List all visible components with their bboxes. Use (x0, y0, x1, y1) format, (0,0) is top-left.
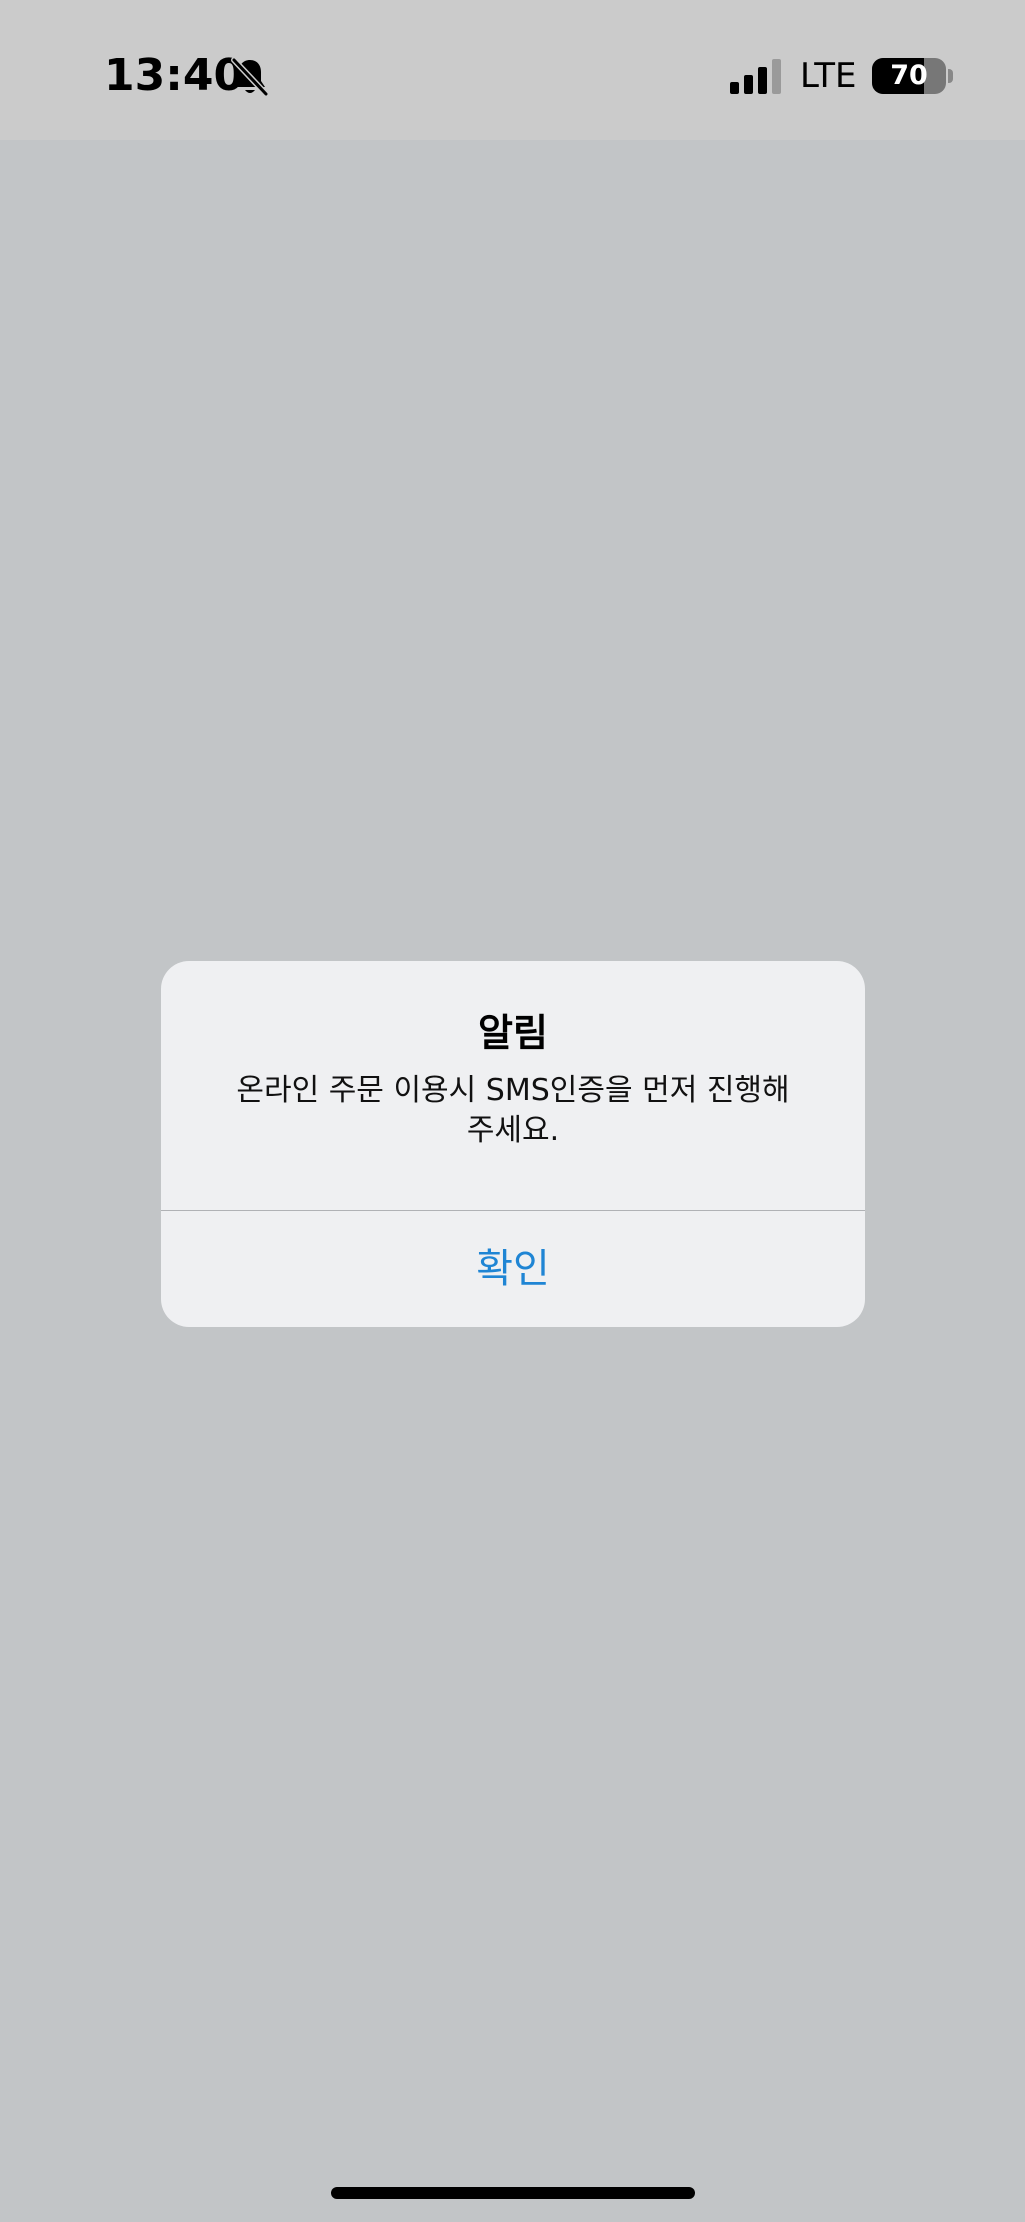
battery-icon: 70 (872, 58, 946, 94)
alert-message: 온라인 주문 이용시 SMS인증을 먼저 진행해 주세요. (236, 1073, 790, 1148)
home-indicator[interactable] (331, 2187, 695, 2199)
alert-dialog: 알림 온라인 주문 이용시 SMS인증을 먼저 진행해 주세요. 확인 (161, 961, 865, 1327)
status-time: 13:40 (104, 50, 245, 101)
signal-bar-1 (730, 82, 739, 94)
status-bar: 13:40 LTE 70 (0, 0, 1025, 140)
signal-bar-2 (744, 75, 753, 94)
battery-level: 70 (890, 60, 928, 91)
battery-cap (948, 69, 953, 83)
signal-bar-4 (772, 59, 781, 94)
network-type-label: LTE (800, 56, 857, 96)
signal-bar-3 (758, 67, 767, 94)
confirm-button[interactable]: 확인 (161, 1211, 865, 1327)
alert-title: 알림 (478, 1011, 548, 1055)
bell-slash-icon (231, 57, 269, 97)
cellular-signal-icon (730, 59, 781, 94)
